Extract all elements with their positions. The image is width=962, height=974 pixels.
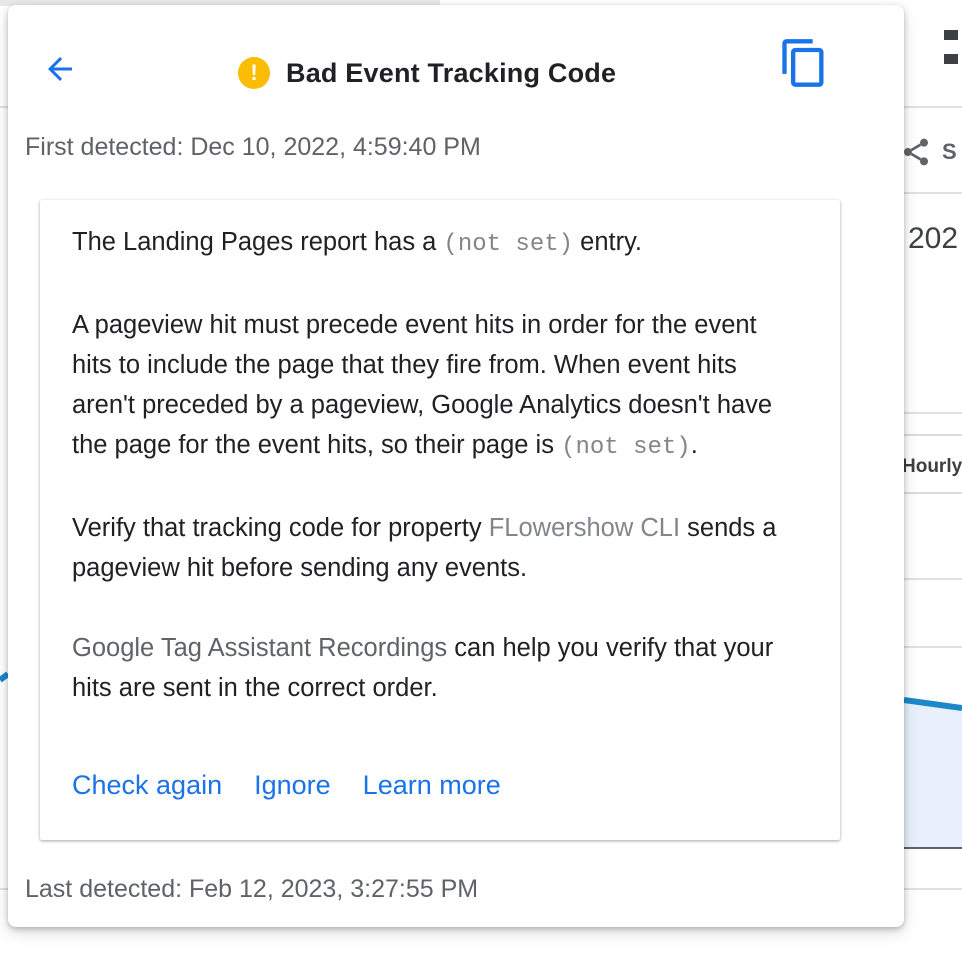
description-paragraph: Google Tag Assistant Recordings can help…	[72, 628, 802, 708]
more-options-icon[interactable]	[944, 30, 958, 78]
check-again-button[interactable]: Check again	[72, 770, 222, 801]
learn-more-link[interactable]: Learn more	[363, 770, 501, 801]
ignore-button[interactable]: Ignore	[254, 770, 331, 801]
not-set-code: (not set)	[443, 231, 574, 258]
description-paragraph: A pageview hit must precede event hits i…	[72, 305, 802, 468]
description-text: entry.	[573, 228, 643, 256]
description-text: .	[690, 431, 698, 459]
copy-button[interactable]	[778, 37, 830, 89]
hourly-toggle[interactable]: Hourly	[896, 434, 962, 494]
issue-description-card: The Landing Pages report has a (not set)…	[40, 200, 840, 840]
copy-icon	[782, 39, 824, 87]
not-set-code: (not set)	[561, 434, 691, 461]
date-range-label: 202	[908, 222, 959, 255]
tag-assistant-link[interactable]: Google Tag Assistant Recordings	[72, 634, 447, 662]
description-paragraph: Verify that tracking code for property F…	[72, 508, 802, 588]
share-label: S	[942, 139, 957, 164]
dialog-title: Bad Event Tracking Code	[286, 57, 617, 88]
arrow-back-icon	[48, 57, 72, 81]
description-text: Verify that tracking code for property	[72, 514, 489, 542]
back-button[interactable]	[42, 51, 78, 87]
share-icon	[904, 138, 928, 166]
last-detected-timestamp: Last detected: Feb 12, 2023, 3:27:55 PM	[25, 875, 479, 903]
warning-icon: !	[238, 57, 270, 89]
description-text: The Landing Pages report has a	[72, 228, 444, 256]
first-detected-timestamp: First detected: Dec 10, 2022, 4:59:40 PM	[25, 133, 481, 161]
issue-detail-dialog: ! Bad Event Tracking Code First detected…	[8, 5, 904, 927]
dialog-header: ! Bad Event Tracking Code	[238, 57, 616, 89]
description-paragraph: The Landing Pages report has a (not set)…	[72, 222, 802, 265]
share-button[interactable]: S	[900, 134, 957, 170]
card-actions: Check again Ignore Learn more	[72, 770, 501, 801]
property-name: FLowershow CLI	[488, 514, 681, 542]
issue-description: The Landing Pages report has a (not set)…	[72, 222, 802, 748]
